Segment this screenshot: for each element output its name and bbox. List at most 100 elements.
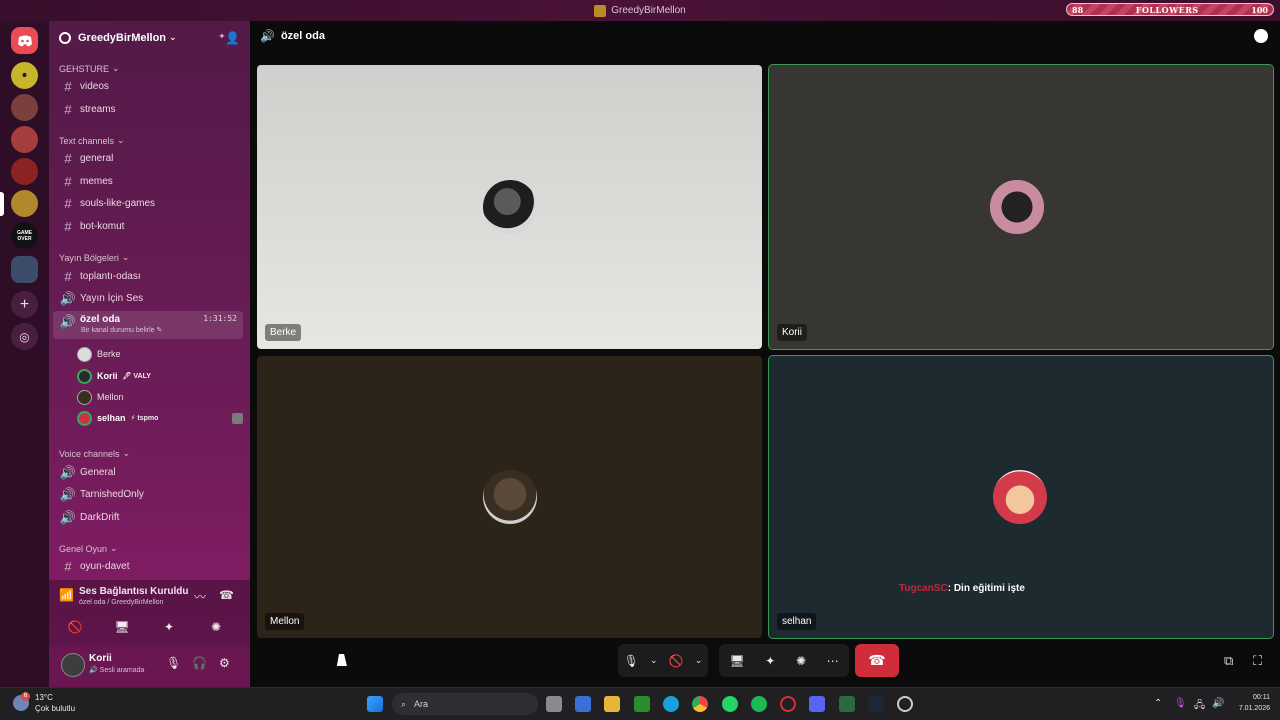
whatsapp-icon[interactable]: [722, 696, 738, 712]
call-header: 🔊 özel oda: [260, 29, 325, 43]
channel-tarnishedonly[interactable]: 🔊 TarnishedOnly: [53, 484, 243, 505]
caption-user: TugcanSC: [899, 583, 948, 594]
server-icon[interactable]: ☻: [11, 62, 38, 89]
spotify-icon[interactable]: [751, 696, 767, 712]
discord-home-icon[interactable]: [11, 27, 38, 54]
voice-location[interactable]: özel oda / GreedyBirMellon: [79, 599, 163, 606]
discord-icon[interactable]: [809, 696, 825, 712]
chevron-down-icon[interactable]: ⌄: [650, 655, 658, 666]
soundboard-icon[interactable]: ✺: [796, 654, 806, 668]
channel-souls-like-games[interactable]: # souls-like-games: [53, 193, 243, 214]
disconnect-icon[interactable]: ☎: [219, 588, 234, 602]
network-icon[interactable]: 🖧: [1194, 698, 1205, 715]
channel-general[interactable]: # general: [53, 148, 243, 169]
invite-people-icon[interactable]: ⁺👤: [219, 31, 240, 45]
noise-suppression-icon[interactable]: 〰: [194, 588, 206, 605]
signal-icon[interactable]: 📶: [59, 588, 74, 602]
activities-button[interactable]: ✦: [147, 616, 191, 638]
microphone-icon[interactable]: 🎙: [166, 656, 181, 670]
channel-label: General: [80, 467, 116, 478]
channel-oyun-davet[interactable]: # oyun-davet: [53, 556, 243, 577]
guild-header[interactable]: GreedyBirMellon ⌄ ⁺👤: [49, 21, 250, 54]
steam-icon[interactable]: [868, 696, 884, 712]
clock[interactable]: 00:11 7.01.2026: [1239, 692, 1270, 714]
channel-ozel-oda[interactable]: 🔊 özel oda 1:31:52 Bir kanal durumu beli…: [53, 311, 243, 339]
video-tile-selhan[interactable]: TugcanSC: Din eğitimi işte selhan: [768, 355, 1274, 639]
video-tile-mellon[interactable]: Mellon: [257, 356, 762, 638]
avatar: [990, 180, 1044, 234]
channel-videos[interactable]: # videos: [53, 76, 243, 97]
app-icon[interactable]: [897, 696, 913, 712]
voice-status[interactable]: Ses Bağlantısı Kuruldu: [79, 586, 188, 597]
clock-time: 00:11: [1253, 694, 1270, 701]
channel-memes[interactable]: # memes: [53, 171, 243, 192]
camera-off-icon[interactable]: 🚫: [669, 654, 684, 668]
search-box[interactable]: ⌕ Ara: [392, 693, 538, 715]
category-yayin-bolgeleri[interactable]: Yayın Bölgeleri ⌄: [59, 252, 129, 263]
notification-badge: 6: [21, 692, 30, 701]
channel-streams[interactable]: # streams: [53, 99, 243, 120]
channel-toplanti-odasi[interactable]: # toplantı-odası: [53, 266, 243, 287]
video-tile-berke[interactable]: Berke: [257, 65, 762, 349]
edge-icon[interactable]: [663, 696, 679, 712]
chat-bubble-icon[interactable]: [1254, 29, 1268, 43]
soundboard-button[interactable]: ✺: [194, 616, 238, 638]
microphone-icon[interactable]: 🎙: [624, 654, 639, 668]
windows-start-icon[interactable]: [367, 696, 383, 712]
category-gehsture[interactable]: GEHSTURE ⌄: [59, 63, 120, 74]
opera-icon[interactable]: [780, 696, 796, 712]
server-icon[interactable]: [11, 126, 38, 153]
category-voice-channels[interactable]: Voice channels ⌄: [59, 448, 130, 459]
avatar[interactable]: [61, 653, 85, 677]
streaming-icon: [232, 412, 243, 424]
channel-yayin-icin-ses[interactable]: 🔊 Yayın İçin Ses: [53, 288, 243, 309]
task-view-icon[interactable]: [546, 696, 562, 712]
more-icon[interactable]: ⋯: [827, 654, 839, 668]
channel-darkdrift[interactable]: 🔊 DarkDrift: [53, 507, 243, 528]
category-genel-oyun[interactable]: Genel Oyun ⌄: [59, 543, 118, 554]
chevron-up-icon[interactable]: ⌃: [1154, 698, 1162, 709]
server-icon-active[interactable]: [11, 190, 38, 217]
popout-icon[interactable]: ⧉: [1224, 653, 1233, 669]
channel-label: memes: [80, 176, 113, 187]
chrome-icon[interactable]: [692, 696, 708, 712]
xbox-icon[interactable]: [634, 696, 650, 712]
channel-status[interactable]: Bir kanal durumu belirle ✎: [81, 326, 162, 334]
voice-user-name: selhan: [97, 413, 126, 423]
user-name[interactable]: Korii: [89, 653, 112, 664]
voice-user-selhan[interactable]: selhan ⚡ tspmo: [77, 408, 243, 428]
video-tile-korii[interactable]: Korii: [768, 64, 1274, 350]
hash-icon: #: [64, 559, 72, 574]
gear-icon[interactable]: ⚙: [219, 656, 230, 670]
screen-share-icon[interactable]: 🖥: [729, 654, 744, 668]
channel-general-voice[interactable]: 🔊 General: [53, 462, 243, 483]
chevron-down-icon: ⌄: [122, 448, 131, 458]
screen-share-button[interactable]: 🖥: [100, 616, 144, 638]
headphones-icon[interactable]: 🎧: [192, 656, 207, 670]
store-icon[interactable]: [575, 696, 591, 712]
volume-icon[interactable]: 🔊: [1212, 698, 1224, 709]
add-server-icon[interactable]: +: [11, 291, 38, 318]
tile-name-label: selhan: [777, 613, 817, 630]
voice-user-berke[interactable]: Berke: [77, 344, 243, 364]
activities-icon[interactable]: ✦: [765, 654, 775, 668]
channel-label: Yayın İçin Ses: [80, 293, 144, 304]
camera-off-button[interactable]: 🚫: [53, 616, 97, 638]
app-icon[interactable]: [839, 696, 855, 712]
followers-goal: 100: [1251, 4, 1268, 15]
discover-icon[interactable]: ◎: [11, 323, 38, 350]
microphone-icon[interactable]: 🎙: [1174, 698, 1187, 709]
fullscreen-icon[interactable]: ⛶: [1253, 653, 1262, 669]
disconnect-call-button[interactable]: ☎: [855, 644, 899, 677]
category-text-channels[interactable]: Text channels ⌄: [59, 135, 125, 146]
server-folder-icon[interactable]: [11, 256, 38, 283]
server-icon[interactable]: GAME OVER: [11, 222, 38, 249]
channel-bot-komut[interactable]: # bot-komut: [53, 216, 243, 237]
voice-user-korii[interactable]: Korii 🖊 VALY: [77, 366, 243, 386]
server-icon[interactable]: [11, 158, 38, 185]
file-explorer-icon[interactable]: [604, 696, 620, 712]
server-icon[interactable]: [11, 94, 38, 121]
chevron-down-icon[interactable]: ⌄: [695, 655, 703, 666]
voice-user-mellon[interactable]: Mellon: [77, 387, 243, 407]
weather-widget[interactable]: 6 13°C Çok bulutlu: [13, 692, 75, 714]
